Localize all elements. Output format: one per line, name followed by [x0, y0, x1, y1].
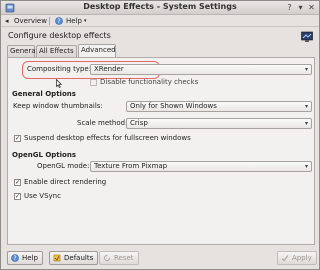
svg-text:?: ? — [57, 18, 60, 25]
back-arrow-icon[interactable]: ◂ — [5, 16, 9, 26]
compositing-type-label: Compositing type: — [27, 65, 92, 73]
svg-text:?: ? — [13, 255, 16, 262]
opengl-mode-value: Texture From Pixmap — [94, 162, 168, 170]
window-title: Desktop Effects - System Settings — [83, 2, 237, 11]
help-button[interactable]: ? Help — [7, 251, 43, 265]
toolbar-separator — [49, 17, 50, 25]
suspend-effects-label: Suspend desktop effects for fullscreen w… — [24, 134, 191, 142]
opengl-options-heading: OpenGL Options — [12, 151, 77, 159]
mouse-cursor-icon — [56, 79, 62, 88]
overview-button[interactable]: Overview — [14, 16, 47, 26]
tab-general[interactable]: General — [7, 45, 38, 57]
reset-button[interactable]: Reset — [99, 251, 139, 265]
opengl-mode-label: OpenGL mode: — [37, 162, 90, 170]
help-icon[interactable]: ? — [55, 17, 63, 25]
chevron-down-icon: ▾ — [304, 120, 308, 127]
checkmark-icon — [281, 255, 289, 262]
help-question-icon[interactable]: ? — [284, 2, 295, 13]
scale-method-value: Crisp — [130, 119, 148, 127]
advanced-panel: Compositing type: XRender ▾ Disable func… — [7, 57, 315, 245]
chevron-down-icon: ▾ — [304, 103, 308, 110]
direct-rendering-label: Enable direct rendering — [24, 178, 107, 186]
chevron-down-icon: ▾ — [304, 163, 308, 170]
title-bar[interactable]: Desktop Effects - System Settings ? ▾ ✕ — [1, 1, 319, 15]
keep-thumbnails-label: Keep window thumbnails: — [13, 102, 103, 110]
reset-icon — [104, 254, 110, 261]
chevron-down-icon: ▾ — [304, 66, 308, 73]
use-vsync-label: Use VSync — [24, 192, 61, 200]
disable-functionality-checks-checkbox[interactable] — [90, 79, 97, 86]
apply-button[interactable]: Apply — [277, 251, 317, 265]
help-menu-button[interactable]: Help — [66, 16, 82, 26]
direct-rendering-checkbox[interactable]: ✓ — [14, 179, 21, 186]
toolbar: ◂ Overview ? Help ▾ — [1, 15, 319, 27]
page-title: Configure desktop effects — [8, 31, 111, 40]
apply-button-label: Apply — [292, 254, 312, 262]
defaults-button-label: Defaults — [64, 254, 94, 262]
opengl-mode-select[interactable]: Texture From Pixmap ▾ — [90, 161, 312, 172]
minimize-icon[interactable]: ▾ — [295, 2, 306, 13]
close-icon[interactable]: ✕ — [306, 2, 317, 13]
settings-window: Desktop Effects - System Settings ? ▾ ✕ … — [0, 0, 320, 270]
help-button-label: Help — [22, 254, 38, 262]
compositing-type-select[interactable]: XRender ▾ — [90, 64, 312, 75]
tab-advanced[interactable]: Advanced — [78, 44, 116, 58]
disable-functionality-checks-label: Disable functionality checks — [100, 78, 199, 86]
help-icon: ? — [11, 254, 19, 262]
keep-thumbnails-select[interactable]: Only for Shown Windows ▾ — [126, 101, 312, 112]
compositing-type-value: XRender — [94, 65, 124, 73]
keep-thumbnails-value: Only for Shown Windows — [130, 102, 217, 110]
defaults-button[interactable]: Defaults — [49, 251, 99, 265]
scale-method-label: Scale method: — [77, 119, 128, 127]
suspend-effects-checkbox[interactable]: ✓ — [14, 135, 21, 142]
desktop-effects-icon — [301, 31, 313, 42]
scale-method-select[interactable]: Crisp ▾ — [126, 118, 312, 129]
defaults-icon — [53, 254, 61, 262]
use-vsync-checkbox[interactable]: ✓ — [14, 193, 21, 200]
reset-button-label: Reset — [114, 254, 134, 262]
tab-all-effects[interactable]: All Effects — [36, 45, 77, 57]
general-options-heading: General Options — [12, 90, 76, 98]
dropdown-arrow-icon[interactable]: ▾ — [84, 16, 87, 26]
